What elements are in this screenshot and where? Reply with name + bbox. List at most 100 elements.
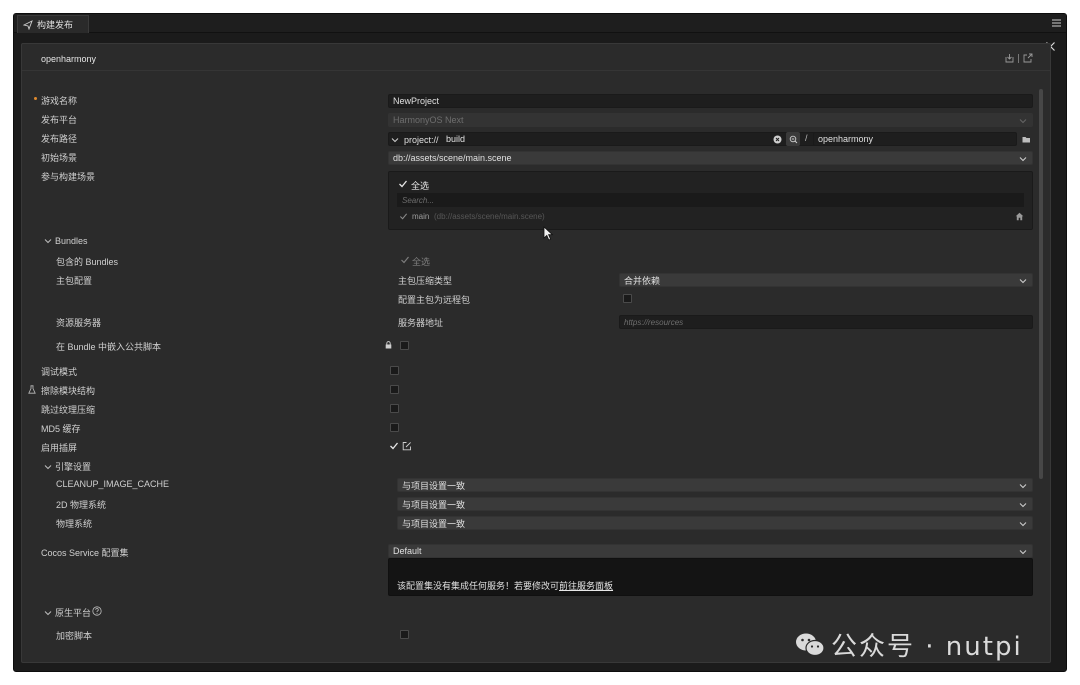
md5-label: MD5 缓存 (41, 424, 81, 434)
engine-title: 引擎设置 (55, 462, 92, 472)
embed-script-label: 在 Bundle 中嵌入公共脚本 (56, 342, 162, 352)
scene-main-checkbox[interactable] (399, 212, 408, 221)
debug-checkbox[interactable] (390, 366, 399, 375)
main-config-label: 主包配置 (56, 276, 93, 286)
chevron-down-icon (44, 611, 52, 616)
start-scene-select[interactable]: db://assets/scene/main.scene (388, 151, 1033, 165)
path-suffix-input[interactable]: openharmony (813, 132, 1017, 146)
resource-server-label: 资源服务器 (56, 318, 102, 328)
physics-select[interactable]: 与项目设置一致 (397, 516, 1033, 530)
select-all-checkbox[interactable] (398, 179, 408, 189)
build-path-input[interactable]: project:// build (388, 132, 818, 146)
game-name-input[interactable]: NewProject (388, 94, 1033, 108)
import-icon[interactable] (1004, 53, 1014, 63)
wechat-watermark: 公众号 · nutpi (795, 626, 1023, 663)
scene-search-input[interactable] (397, 193, 1024, 207)
lock-icon (385, 341, 392, 349)
cleanup-image-cache-select[interactable]: 与项目设置一致 (397, 478, 1033, 492)
chevron-down-icon (1019, 484, 1027, 489)
folder-open-icon (1022, 136, 1030, 142)
encrypt-script-checkbox[interactable] (400, 630, 409, 639)
platform-label: 发布平台 (41, 115, 78, 125)
scene-main-name: main (412, 212, 430, 221)
scene-main-path: (db://assets/scene/main.scene) (434, 212, 545, 221)
tab-label: 构建发布 (37, 20, 74, 30)
bundles-select-all-checkbox[interactable] (400, 255, 410, 265)
start-scene-value: db://assets/scene/main.scene (393, 153, 512, 163)
build-scenes-label: 参与构建场景 (41, 172, 96, 182)
game-name-label: 游戏名称 (41, 96, 78, 106)
server-address-label: 服务器地址 (398, 318, 444, 328)
header-divider (1018, 53, 1019, 63)
service-panel-link[interactable]: 前往服务面板 (559, 581, 613, 591)
chevron-down-icon (391, 137, 399, 142)
export-icon[interactable] (1023, 53, 1033, 63)
help-icon[interactable] (92, 606, 102, 616)
chevron-down-icon (44, 465, 52, 470)
path-protocol: project:// (404, 134, 439, 145)
notice-message: 该配置集没有集成任何服务！若要修改可 (397, 581, 560, 591)
clear-circle-icon (773, 135, 781, 143)
send-icon (23, 19, 33, 30)
included-bundles-label: 包含的 Bundles (56, 257, 119, 267)
chevron-down-icon (1019, 550, 1027, 555)
search-path-button[interactable] (786, 132, 800, 146)
path-value: build (446, 134, 466, 144)
required-marker (34, 97, 37, 100)
debug-label: 调试模式 (41, 367, 78, 377)
chevron-down-icon (1019, 279, 1027, 284)
home-icon[interactable] (1015, 212, 1024, 221)
engine-row-value: 与项目设置一致 (402, 480, 466, 491)
open-folder-button[interactable] (1019, 132, 1033, 146)
mouse-cursor-icon (543, 226, 554, 241)
engine-row-value: 与项目设置一致 (402, 499, 466, 510)
engine-row-label: 2D 物理系统 (56, 500, 107, 510)
skip-texture-checkbox[interactable] (390, 404, 399, 413)
platform-value: HarmonyOS Next (393, 115, 464, 125)
embed-script-checkbox[interactable] (400, 341, 409, 350)
path-separator: / (805, 133, 808, 143)
compress-type-label: 主包压缩类型 (398, 276, 453, 286)
physics-2d-select[interactable]: 与项目设置一致 (397, 497, 1033, 511)
scrollbar[interactable] (1039, 89, 1043, 479)
skip-texture-label: 跳过纹理压缩 (41, 405, 96, 415)
splash-label: 启用插屏 (41, 443, 78, 453)
select-all-label: 全选 (411, 181, 430, 191)
md5-checkbox[interactable] (390, 423, 399, 432)
cocos-service-select[interactable]: Default (388, 544, 1033, 558)
tab-bar: 构建发布 (14, 14, 1066, 33)
flask-icon (28, 385, 36, 394)
panel-header: openharmony (22, 44, 1050, 71)
build-options-panel: openharmony 游戏名称 NewProject 发布平台 Harmony… (21, 43, 1051, 663)
engine-section-header[interactable]: 引擎设置 (44, 460, 91, 473)
edit-icon[interactable] (402, 441, 412, 451)
bundles-select-all-label: 全选 (412, 257, 431, 267)
engine-row-label: CLEANUP_IMAGE_CACHE (56, 479, 170, 489)
encrypt-script-label: 加密脚本 (56, 631, 93, 641)
platform-select[interactable]: HarmonyOS Next (388, 113, 1033, 127)
server-address-input[interactable]: https://resources (619, 315, 1033, 329)
menu-icon[interactable] (1051, 18, 1062, 28)
engine-row-label: 物理系统 (56, 519, 93, 529)
header-actions (1004, 53, 1033, 63)
chevron-down-icon (44, 239, 52, 244)
compress-type-select[interactable]: 合并依赖 (619, 273, 1033, 287)
start-scene-label: 初始场景 (41, 153, 78, 163)
native-section-header[interactable]: 原生平台 (44, 606, 91, 619)
erase-modules-checkbox[interactable] (390, 385, 399, 394)
chevron-down-icon (1019, 119, 1027, 124)
remote-main-label: 配置主包为远程包 (398, 295, 471, 305)
engine-row-value: 与项目设置一致 (402, 518, 466, 529)
build-scenes-box: 全选 main (db://assets/scene/main.scene) (388, 171, 1033, 230)
splash-checkbox[interactable] (389, 441, 399, 451)
clear-path-button[interactable] (770, 132, 784, 146)
chevron-down-icon (1019, 522, 1027, 527)
cocos-service-value: Default (393, 546, 422, 556)
service-notice-text: 该配置集没有集成任何服务！若要修改可前往服务面板 (397, 579, 613, 592)
tab-build-publish[interactable]: 构建发布 (17, 15, 89, 33)
platform-title: openharmony (41, 54, 97, 64)
path-protocol-select[interactable]: project:// (391, 134, 439, 145)
remote-main-checkbox[interactable] (623, 294, 632, 303)
native-title: 原生平台 (55, 608, 92, 618)
bundles-section-header[interactable]: Bundles (44, 236, 88, 246)
